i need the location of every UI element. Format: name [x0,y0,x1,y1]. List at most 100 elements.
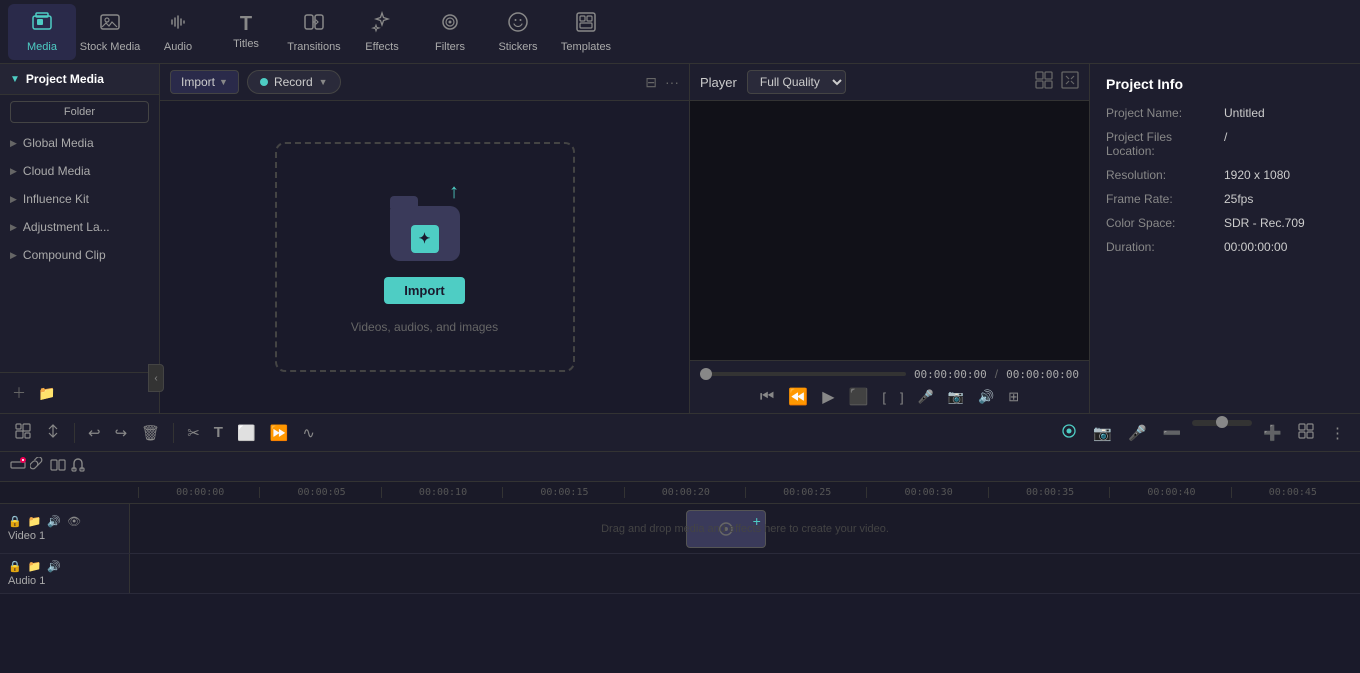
time-current: 00:00:00:00 [914,368,987,381]
grid-layout-btn[interactable] [1293,420,1319,446]
stock-media-icon [99,11,121,37]
delete-btn[interactable]: 🗑 [136,421,165,445]
progress-handle[interactable] [700,368,712,380]
toolbar-item-stock-media[interactable]: Stock Media [76,4,144,60]
stabilize-btn[interactable]: ∿ [297,421,320,445]
folder-button[interactable]: Folder [10,101,149,123]
audio-icon [167,11,189,37]
sidebar-item-adjustment-layer[interactable]: ▶ Adjustment La... [0,213,159,241]
split-audio-btn[interactable] [50,457,66,476]
sidebar-add-btn[interactable]: ＋ [10,381,28,405]
info-val-location: / [1224,130,1227,158]
media-actions: ⊟ ··· [645,74,679,91]
sidebar-arrow-global: ▶ [10,138,17,149]
toolbar-item-filters[interactable]: Filters [416,4,484,60]
add-track-btn[interactable] [10,457,26,476]
sidebar-item-influence-kit[interactable]: ▶ Influence Kit [0,185,159,213]
more-icon[interactable]: ··· [665,74,679,91]
video-lock-icon: 🔒 [8,515,22,528]
sidebar-item-compound-clip[interactable]: ▶ Compound Clip [0,241,159,269]
player-controls: 00:00:00:00 / 00:00:00:00 ⏮ ⏪ ▶ ⬛ [ ] 🎤 … [690,360,1089,413]
toolbar-item-templates[interactable]: Templates [552,4,620,60]
sidebar-label-cloud: Cloud Media [23,164,90,178]
voiceover-icon[interactable]: 🎤 [918,389,934,405]
project-media-header[interactable]: ▼ Project Media [0,64,159,95]
filter-icon[interactable]: ⊟ [645,74,657,91]
scene-btn[interactable] [10,420,36,446]
camera-overlay-btn[interactable]: 📷 [1088,420,1117,446]
ruler-mark-6: 00:00:30 [866,487,987,498]
import-button[interactable]: Import ▼ [170,70,239,94]
speed-btn[interactable]: ⏩ [265,421,294,445]
crop-btn[interactable]: ⬜ [232,421,261,445]
audio-track-content[interactable] [130,554,1360,593]
snapshot-icon[interactable]: 📷 [948,389,964,405]
drop-icon-wrap: ↓ ✦ [385,181,465,261]
toolbar-item-stickers[interactable]: Stickers [484,4,552,60]
cut-btn[interactable]: ✂ [182,421,205,445]
media-toolbar: Import ▼ Record ▼ ⊟ ··· [160,64,689,101]
record-button[interactable]: Record ▼ [247,70,341,94]
app-logo-icon: ✦ [411,225,439,253]
info-key-framerate: Frame Rate: [1106,192,1216,206]
drop-box: ↓ ✦ Import Videos, audios, and images [275,142,575,372]
snap-btn[interactable] [40,420,66,446]
play-icon[interactable]: ▶ [822,387,834,407]
sidebar-folder-add-btn[interactable]: 📁 [36,381,57,405]
redo-btn[interactable]: ↪ [110,421,133,445]
toolbar-item-titles[interactable]: T Titles [212,4,280,60]
sidebar-arrow-compound: ▶ [10,250,17,261]
toolbar-label-effects: Effects [365,41,398,53]
filters-icon [439,11,461,37]
fullscreen-icon[interactable] [1061,71,1079,94]
zoom-in-btn[interactable]: ➕ [1258,420,1287,446]
import-label: Import [181,75,215,89]
toolbar-item-effects[interactable]: Effects [348,4,416,60]
sidebar-collapse-btn[interactable]: ‹ [148,364,164,392]
mark-in-icon[interactable]: [ [882,390,886,405]
toolbar-item-audio[interactable]: Audio [144,4,212,60]
volume-icon[interactable]: 🔊 [978,389,994,405]
info-row-name: Project Name: Untitled [1106,106,1344,120]
step-back-icon[interactable]: ⏪ [788,387,808,407]
drop-hint-text: Drag and drop media and effects here to … [601,523,889,535]
more-options-btn[interactable]: ⋮ [1325,420,1350,446]
mic-btn[interactable]: 🎤 [1123,420,1152,446]
quality-select[interactable]: Full Quality 1/2 Quality 1/4 Quality [747,70,846,94]
import-green-button[interactable]: Import [384,277,464,304]
progress-bar[interactable] [700,372,906,376]
stop-icon[interactable]: ⬛ [849,387,869,407]
timeline-zoom-btns [10,457,86,476]
magnetic-btn[interactable] [70,457,86,476]
info-row-location: Project Files Location: / [1106,130,1344,158]
toolbar-label-titles: Titles [233,38,259,50]
grid-view-icon[interactable] [1035,71,1053,94]
toolbar-label-stickers: Stickers [498,41,537,53]
sidebar-item-global-media[interactable]: ▶ Global Media [0,129,159,157]
zoom-out-btn[interactable]: ➖ [1158,420,1187,446]
sidebar-item-cloud-media[interactable]: ▶ Cloud Media [0,157,159,185]
video-track-content[interactable]: + Drag and drop media and effects here t… [130,504,1360,553]
playback-btn[interactable] [1056,420,1082,446]
info-val-resolution: 1920 x 1080 [1224,168,1290,182]
media-panel: Import ▼ Record ▼ ⊟ ··· ↓ ✦ Import [160,64,690,413]
info-val-framerate: 25fps [1224,192,1253,206]
undo-btn[interactable]: ↩ [83,421,106,445]
text-btn[interactable]: T [209,421,228,444]
project-info-title: Project Info [1106,76,1344,92]
ruler-mark-1: 00:00:05 [259,487,380,498]
ruler-mark-8: 00:00:40 [1109,487,1230,498]
link-clip-btn[interactable] [30,457,46,476]
video-eye-icon: 👁 [67,515,81,528]
pip-icon[interactable]: ⊞ [1008,389,1019,405]
toolbar-label-filters: Filters [435,41,465,53]
skip-back-icon[interactable]: ⏮ [760,388,774,406]
mark-out-icon[interactable]: ] [900,390,904,405]
toolbar-item-transitions[interactable]: Transitions [280,4,348,60]
left-sidebar: ▼ Project Media Folder ▶ Global Media ▶ … [0,64,160,413]
audio-folder-icon: 📁 [28,560,42,573]
timeline-tracks: 🔒 📁 🔊 👁 Video 1 + Drag and drop media an… [0,504,1360,673]
toolbar-label-stock: Stock Media [80,41,141,53]
toolbar-item-media[interactable]: Media [8,4,76,60]
toolbar-separator-1 [74,423,75,443]
